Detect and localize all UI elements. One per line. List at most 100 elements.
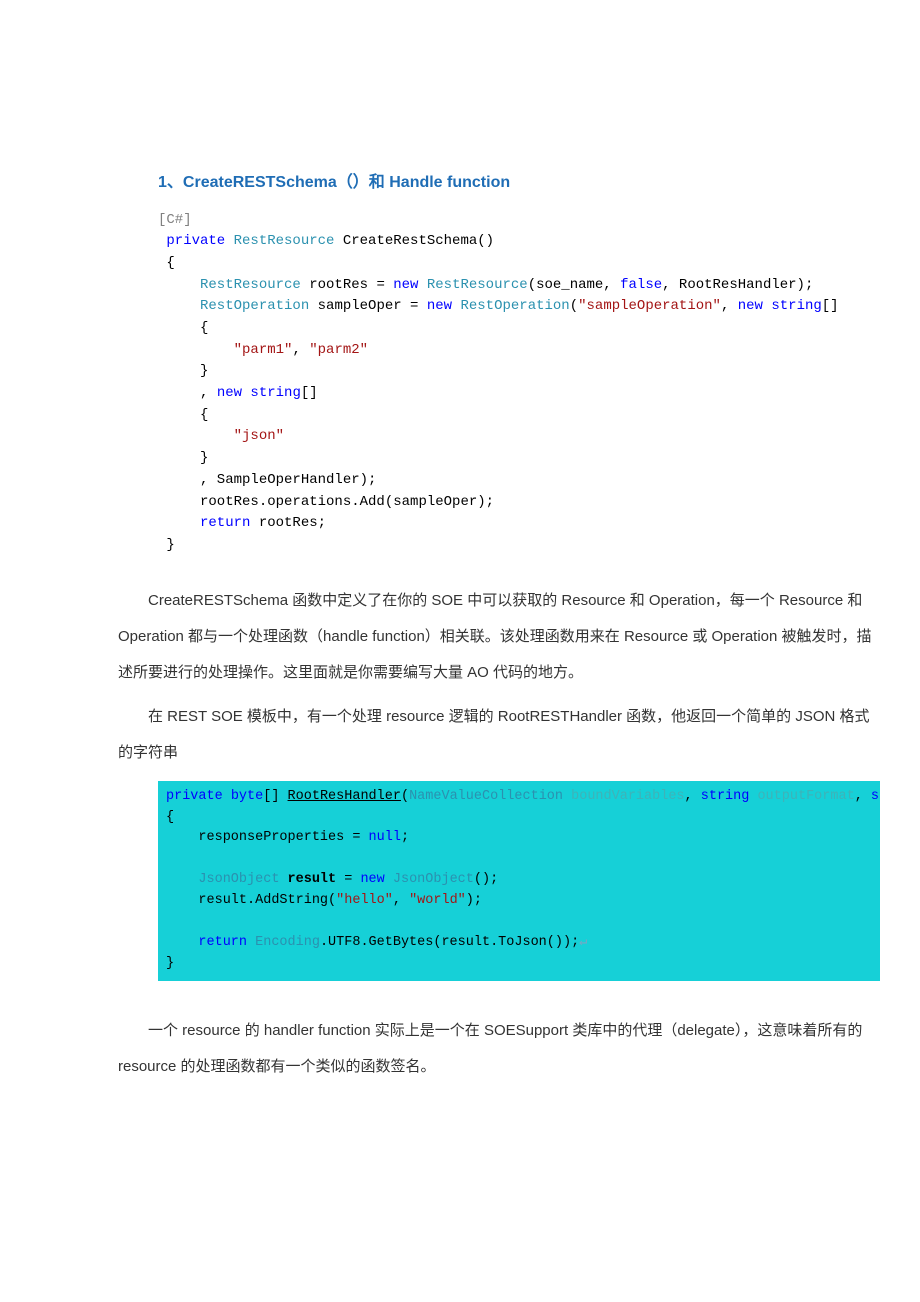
paragraph-1: CreateRESTSchema 函数中定义了在你的 SOE 中可以获取的 Re… [118,583,880,691]
code-block-wrap: private byte[] RootResHandler(NameValueC… [158,781,880,981]
code-kw: string [701,789,750,804]
code-str: "sampleOperation" [578,298,721,314]
code-plain: rootRes = [301,277,393,293]
code-line: result.AddString("hello", "world"); [166,893,482,908]
code-param: outputFormat [749,789,854,804]
paragraph-3: 一个 resource 的 handler function 实际上是一个在 S… [118,1013,880,1085]
code-line: RestOperation sampleOper = new RestOpera… [158,298,839,314]
code-line: responseProperties = null; [166,830,409,845]
code-line: JsonObject result = new JsonObject(); [166,872,498,887]
code-plain: result.AddString( [166,893,336,908]
code-line: return rootRes; [158,515,326,531]
code-line: { [158,255,175,271]
code-kw: new [427,298,452,314]
code-line: "json" [158,428,284,444]
code-type: RestResource [418,277,527,293]
code-line: "parm1", "parm2" [158,342,368,358]
code-plain: rootRes; [250,515,326,531]
code-line: { [158,320,208,336]
code-str: "json" [234,428,284,444]
code-kw: null [369,830,401,845]
code-line: } [158,363,208,379]
code-line: return Encoding.UTF8.GetBytes(result.ToJ… [166,935,587,950]
code-kw: new [738,298,763,314]
paragraph-text: CreateRESTSchema 函数中定义了在你的 SOE 中可以获取的 Re… [118,592,872,681]
code-line: } [158,537,175,553]
code-type: RestResource [158,277,301,293]
code-line: { [158,407,208,423]
code-line: , new string[] [158,385,318,401]
document-page: 1、CreateRESTSchema（）和 Handle function [C… [0,0,920,1133]
paragraph-text: 在 REST SOE 模板中，有一个处理 resource 逻辑的 RootRE… [118,708,870,761]
code-plain: ( [570,298,578,314]
code-block-csharp-1: [C#] private RestResource CreateRestSche… [158,210,880,557]
code-plain: , [393,893,409,908]
code-kw: string [242,385,301,401]
code-kw: private [158,233,225,249]
code-str: "parm2" [309,342,368,358]
code-str: "hello" [336,893,393,908]
code-line: } [166,956,174,971]
code-type: RestResource [225,233,334,249]
code-plain: CreateRestSchema() [334,233,494,249]
code-param: boundVariables [563,789,685,804]
code-str: "world" [409,893,466,908]
code-plain: [] [263,789,287,804]
code-line: { [166,810,174,825]
code-plain: , [855,789,871,804]
paragraph-text: 一个 resource 的 handler function 实际上是一个在 S… [118,1022,862,1075]
code-var: result [279,872,336,887]
code-pad [158,342,234,358]
paragraph-2: 在 REST SOE 模板中，有一个处理 resource 逻辑的 RootRE… [118,699,880,771]
code-kw: private [166,789,223,804]
code-plain: (); [474,872,498,887]
code-line: [C#] [158,212,192,228]
code-line: } [158,450,208,466]
code-plain: responseProperties = [166,830,369,845]
code-line: RestResource rootRes = new RestResource(… [158,277,813,293]
code-str: "parm1" [234,342,293,358]
code-pad [158,428,234,444]
code-type: RestOperation [452,298,570,314]
heading-handlefn: Handle function [389,174,510,191]
heading-sep: 、 [167,174,183,191]
code-plain: .UTF8.GetBytes(result.ToJson()); [320,935,579,950]
section-heading: 1、CreateRESTSchema（）和 Handle function [158,170,880,196]
code-line: private byte[] RootResHandler(NameValueC… [166,789,880,804]
code-plain: , [721,298,738,314]
code-kw: return [158,515,250,531]
code-plain: (soe_name, [528,277,620,293]
heading-and: 和 [369,174,389,191]
code-type: Encoding [247,935,320,950]
code-line: rootRes.operations.Add(sampleOper); [158,494,494,510]
code-kw: new [360,872,384,887]
heading-number: 1 [158,174,167,191]
code-plain: ( [401,789,409,804]
code-plain: ; [401,830,409,845]
code-type: JsonObject [166,872,279,887]
code-fn: RootResHandler [288,789,401,804]
code-block-csharp-2: private byte[] RootResHandler(NameValueC… [158,781,880,981]
code-kw: return [166,935,247,950]
code-kw: string [763,298,822,314]
code-plain: ); [466,893,482,908]
code-plain: [] [301,385,318,401]
code-plain: sampleOper = [309,298,427,314]
code-plain: , [292,342,309,358]
code-type: NameValueCollection [409,789,563,804]
code-kw: string [871,789,880,804]
code-kw: new [393,277,418,293]
heading-fn: CreateRESTSchema [183,174,337,191]
code-type: RestOperation [158,298,309,314]
code-plain: , [158,385,217,401]
code-plain: [] [822,298,839,314]
code-type: JsonObject [385,872,474,887]
code-line: , SampleOperHandler); [158,472,376,488]
heading-paren: （） [337,174,369,191]
code-kw: new [217,385,242,401]
newline-icon: ↵ [579,935,587,950]
code-plain: = [336,872,360,887]
code-plain: , RootResHandler); [662,277,813,293]
code-line: private RestResource CreateRestSchema() [158,233,494,249]
code-kw: false [620,277,662,293]
